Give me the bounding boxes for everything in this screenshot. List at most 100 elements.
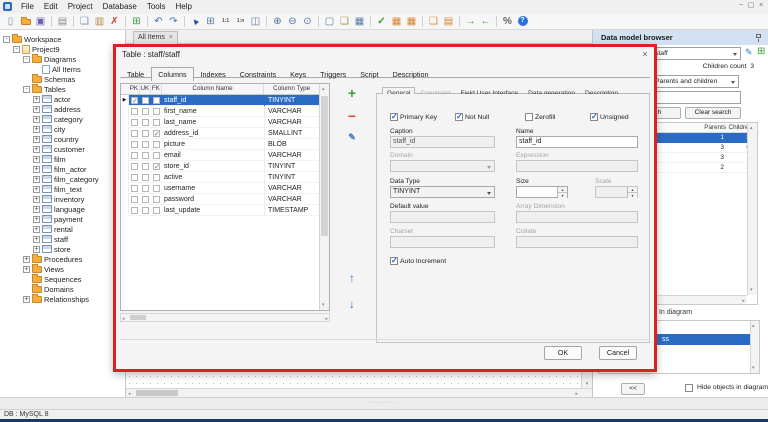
grid-vertical-scrollbar[interactable]: ▴ ▾	[319, 84, 329, 310]
tree-item-film-text[interactable]: +film_text	[0, 184, 125, 194]
uk-checkbox[interactable]	[142, 174, 149, 181]
edit-object-icon[interactable]: ✎	[745, 47, 753, 58]
redo-icon[interactable]: ↷	[166, 15, 181, 28]
dialog-tab-keys[interactable]: Keys	[283, 67, 313, 81]
clear-search-button[interactable]: Clear search	[685, 107, 741, 119]
spin-down-icon[interactable]: ▾	[558, 193, 567, 198]
pk-checkbox[interactable]	[131, 152, 138, 159]
table-vertical-scrollbar[interactable]: ▴ ▾	[747, 123, 757, 295]
uk-checkbox[interactable]	[142, 130, 149, 137]
tree-item-category[interactable]: +category	[0, 114, 125, 124]
expander-icon[interactable]: +	[33, 136, 40, 143]
one-to-many-icon[interactable]: 1:n	[233, 15, 248, 28]
pointer-icon[interactable]: ▲	[188, 15, 203, 28]
uk-checkbox[interactable]	[142, 108, 149, 115]
zoom-in-icon[interactable]: ⊕	[270, 15, 285, 28]
uk-checkbox[interactable]	[142, 196, 149, 203]
help-icon[interactable]: ?	[515, 15, 530, 28]
expander-icon[interactable]: -	[23, 86, 30, 93]
zoom-out-icon[interactable]: ⊖	[285, 15, 300, 28]
new-file-icon[interactable]: ▯	[3, 15, 18, 28]
ok-button[interactable]: OK	[544, 346, 582, 360]
checkbox-icon[interactable]	[390, 257, 398, 265]
dialog-tab-triggers[interactable]: Triggers	[313, 67, 353, 81]
export-icon[interactable]: ←	[478, 15, 493, 28]
pk-checkbox[interactable]	[131, 174, 138, 181]
undo-icon[interactable]: ↶	[151, 15, 166, 28]
edit-column-button[interactable]: ✎	[344, 132, 360, 143]
pk-checkbox[interactable]	[131, 97, 138, 104]
tab-close-icon[interactable]: ×	[169, 34, 173, 41]
fk-checkbox[interactable]	[153, 163, 160, 170]
grid-horizontal-scrollbar[interactable]: ◂ ▸	[120, 313, 330, 322]
pk-checkbox[interactable]	[131, 108, 138, 115]
domain-select[interactable]	[390, 160, 495, 172]
fk-checkbox[interactable]	[153, 185, 160, 192]
expander-icon[interactable]: +	[23, 296, 30, 303]
grid-row-password[interactable]: passwordVARCHAR	[121, 194, 319, 205]
expander-icon[interactable]: +	[33, 106, 40, 113]
tree-item-language[interactable]: +language	[0, 204, 125, 214]
tree-item-workspace[interactable]: -Workspace	[0, 34, 125, 44]
grid-row-first-name[interactable]: first_nameVARCHAR	[121, 106, 319, 117]
scroll-down-icon[interactable]: ▾	[322, 301, 325, 309]
add-table-icon[interactable]: ⊞	[129, 15, 144, 28]
add-column-button[interactable]: +	[344, 85, 360, 101]
uk-checkbox[interactable]	[142, 163, 149, 170]
menu-database[interactable]: Database	[98, 0, 142, 14]
paste-icon[interactable]: ▥	[92, 15, 107, 28]
menu-help[interactable]: Help	[171, 0, 197, 14]
collapse-button[interactable]: <<	[621, 383, 645, 395]
zerofill-checkbox[interactable]: Zerofill	[525, 113, 555, 121]
spinner-buttons[interactable]: ▴▾	[557, 187, 567, 197]
delete-icon[interactable]: ✗	[107, 15, 122, 28]
tree-item-inventory[interactable]: +inventory	[0, 194, 125, 204]
splitter-handle[interactable]: ·········	[370, 399, 410, 407]
pk-checkbox[interactable]	[131, 207, 138, 214]
scrollbar-thumb[interactable]	[321, 96, 328, 236]
scroll-down-icon[interactable]: ▾	[582, 381, 592, 387]
scroll-down-icon[interactable]: ▾	[750, 286, 753, 294]
grid-header-pk[interactable]: PK	[129, 84, 140, 94]
tree-item-customer[interactable]: +customer	[0, 144, 125, 154]
unsigned-checkbox[interactable]: Unsigned	[590, 113, 629, 121]
tree-item-diagrams[interactable]: -Diagrams	[0, 54, 125, 64]
pk-checkbox[interactable]	[131, 185, 138, 192]
default-value-input[interactable]	[390, 211, 495, 223]
dialog-tab-description[interactable]: Description	[386, 67, 436, 81]
table-icon[interactable]: ⊞	[203, 15, 218, 28]
menu-edit[interactable]: Edit	[39, 0, 63, 14]
pk-checkbox[interactable]	[131, 196, 138, 203]
grid-row-username[interactable]: usernameVARCHAR	[121, 183, 319, 194]
dialog-tab-columns[interactable]: Columns	[151, 67, 193, 81]
tree-item-procedures[interactable]: +Procedures	[0, 254, 125, 264]
expander-icon[interactable]: +	[33, 226, 40, 233]
fk-checkbox[interactable]	[153, 152, 160, 159]
tree-item-film[interactable]: +film	[0, 154, 125, 164]
scroll-right-icon[interactable]: ▸	[742, 297, 745, 305]
tree-item-project9[interactable]: -Project9	[0, 44, 125, 54]
pk-checkbox[interactable]	[131, 163, 138, 170]
cancel-button[interactable]: Cancel	[599, 346, 637, 360]
fk-checkbox[interactable]	[153, 108, 160, 115]
list-vertical-scrollbar[interactable]: ▴ ▾	[750, 321, 759, 373]
expander-icon[interactable]: +	[23, 266, 30, 273]
scroll-right-icon[interactable]: ▸	[325, 315, 328, 323]
move-up-button[interactable]: ↑	[344, 271, 360, 285]
expander-icon[interactable]: +	[33, 176, 40, 183]
scroll-down-icon[interactable]: ▾	[752, 364, 755, 372]
expander-icon[interactable]: +	[23, 256, 30, 263]
move-down-button[interactable]: ↓	[344, 297, 360, 311]
grid-header-uk[interactable]: UK	[140, 84, 151, 94]
remove-column-button[interactable]: −	[344, 108, 360, 124]
primary-key-checkbox[interactable]: Primary Key	[390, 113, 437, 121]
expander-icon[interactable]: +	[33, 146, 40, 153]
menu-tools[interactable]: Tools	[142, 0, 171, 14]
expander-icon[interactable]: +	[33, 166, 40, 173]
pin-icon[interactable]	[756, 34, 761, 38]
grid-row-staff-id[interactable]: ▶staff_idTINYINT	[121, 95, 319, 106]
pk-checkbox[interactable]	[131, 119, 138, 126]
grid-row-active[interactable]: activeTINYINT	[121, 172, 319, 183]
tree-item-schemas[interactable]: Schemas	[0, 74, 125, 84]
tree-item-views[interactable]: +Views	[0, 264, 125, 274]
